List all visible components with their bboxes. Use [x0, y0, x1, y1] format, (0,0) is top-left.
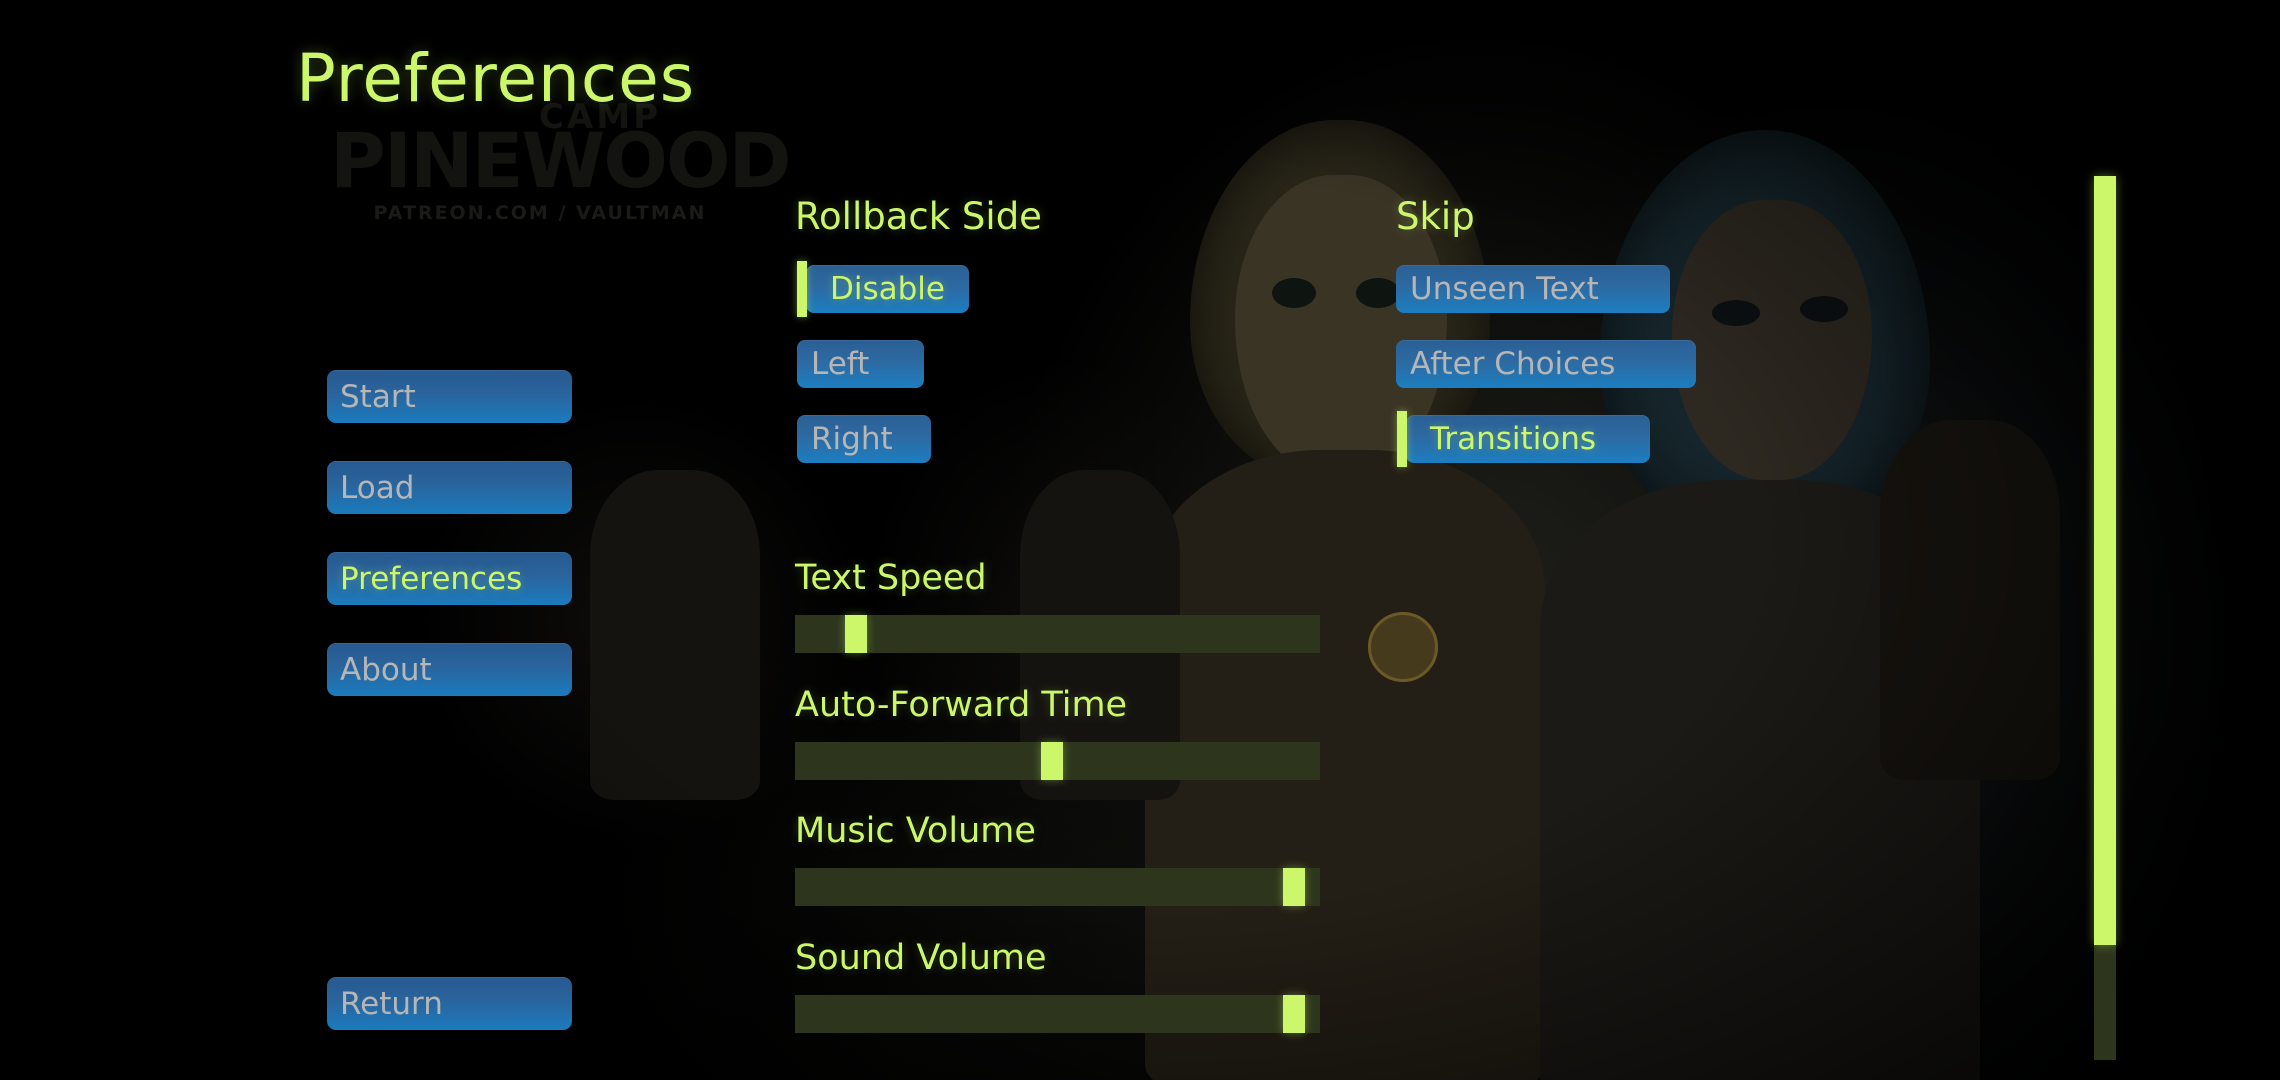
rollback-option-label: Left — [811, 346, 870, 382]
page-scrollbar-thumb[interactable] — [2094, 176, 2116, 946]
rollback-option-label: Right — [811, 421, 893, 457]
return-button-label: Return — [340, 985, 443, 1022]
music-volume-label: Music Volume — [795, 811, 1036, 851]
rollback-option-label: Disable — [830, 271, 945, 307]
auto-forward-time-label: Auto-Forward Time — [795, 685, 1128, 725]
skip-option-after-choices[interactable]: After Choices — [1396, 340, 1696, 388]
nav-item-label: About — [340, 651, 432, 688]
skip-option-unseen-text[interactable]: Unseen Text — [1396, 265, 1670, 313]
nav-item-start[interactable]: Start — [327, 370, 572, 423]
nav-item-preferences[interactable]: Preferences — [327, 552, 572, 605]
auto-forward-time-slider[interactable] — [795, 742, 1320, 780]
rollback-option-left[interactable]: Left — [797, 340, 924, 388]
skip-option-label: After Choices — [1410, 346, 1616, 382]
selection-indicator-icon — [797, 261, 807, 317]
skip-heading: Skip — [1396, 195, 1475, 238]
rollback-option-disable[interactable]: Disable — [797, 261, 969, 317]
sound-volume-slider-thumb[interactable] — [1282, 995, 1305, 1033]
page-scrollbar[interactable] — [2094, 176, 2116, 1060]
text-speed-label: Text Speed — [795, 558, 987, 598]
rollback-side-heading: Rollback Side — [795, 195, 1042, 238]
text-speed-slider-thumb[interactable] — [845, 615, 868, 653]
nav-item-label: Preferences — [340, 560, 523, 597]
page-title: Preferences — [296, 40, 696, 117]
nav-item-about[interactable]: About — [327, 643, 572, 696]
rollback-option-right[interactable]: Right — [797, 415, 931, 463]
sound-volume-slider[interactable] — [795, 995, 1320, 1033]
nav-item-label: Load — [340, 469, 415, 506]
skip-option-label: Transitions — [1430, 421, 1597, 457]
nav-item-load[interactable]: Load — [327, 461, 572, 514]
text-speed-slider[interactable] — [795, 615, 1320, 653]
preferences-screen: CAMP PINEWOOD PATREON.COM / VAULTMAN Pre… — [0, 0, 2280, 1080]
skip-option-transitions[interactable]: Transitions — [1397, 411, 1650, 467]
skip-option-label: Unseen Text — [1410, 271, 1599, 307]
auto-forward-time-slider-thumb[interactable] — [1041, 742, 1064, 780]
main-navigation: Start Load Preferences About — [327, 370, 572, 734]
return-navigation: Return — [327, 977, 572, 1030]
selection-indicator-icon — [1397, 411, 1407, 467]
sound-volume-label: Sound Volume — [795, 938, 1047, 978]
music-volume-slider[interactable] — [795, 868, 1320, 906]
music-volume-slider-thumb[interactable] — [1282, 868, 1305, 906]
nav-item-label: Start — [340, 378, 416, 415]
return-button[interactable]: Return — [327, 977, 572, 1030]
